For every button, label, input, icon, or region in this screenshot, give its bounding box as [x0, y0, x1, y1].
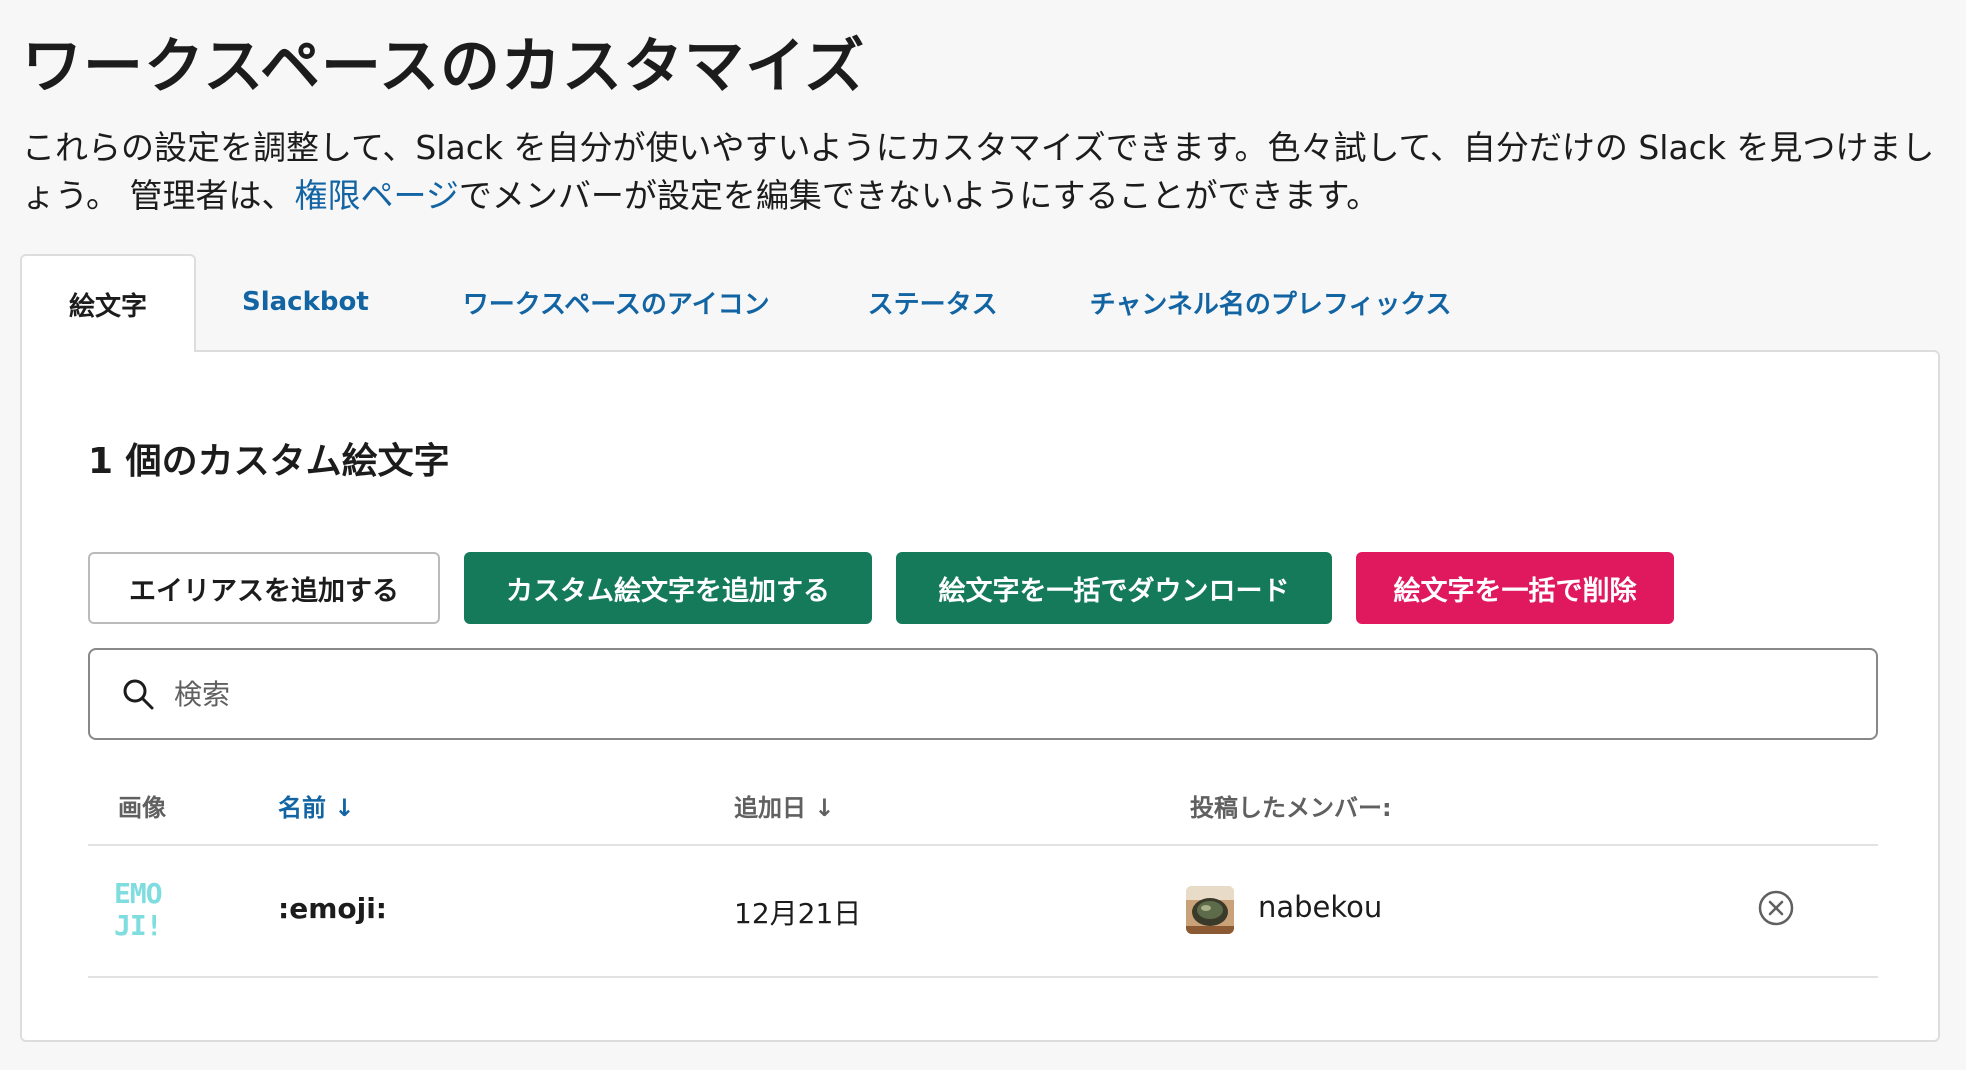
table-divider — [88, 844, 1878, 846]
permissions-page-link[interactable]: 権限ページ — [295, 176, 459, 215]
search-box[interactable] — [88, 648, 1878, 740]
remove-emoji-icon[interactable] — [1756, 888, 1796, 928]
column-header-member: 投稿したメンバー: — [1190, 794, 1392, 822]
search-input[interactable] — [174, 677, 1774, 711]
add-alias-button[interactable]: エイリアスを追加する — [88, 552, 440, 624]
emoji-image-line-2: JI! — [114, 909, 163, 942]
emoji-image: EMO JI! — [114, 878, 174, 944]
bulk-download-button[interactable]: 絵文字を一括でダウンロード — [896, 552, 1332, 624]
section-title: 1 個のカスタム絵文字 — [88, 441, 450, 482]
member-name: nabekou — [1258, 890, 1383, 924]
intro-text: これらの設定を調整して、Slack を自分が使いやすいようにカスタマイズできます… — [22, 124, 1942, 220]
tab-workspace-icon[interactable]: ワークスペースのアイコン — [463, 254, 770, 350]
avatar-image — [1186, 886, 1234, 934]
intro-text-after: でメンバーが設定を編集できないようにすることができます。 — [458, 176, 1380, 215]
tab-slackbot[interactable]: Slackbot — [242, 254, 369, 350]
page-title: ワークスペースのカスタマイズ — [22, 32, 866, 102]
emoji-date-added: 12月21日 — [734, 897, 862, 930]
add-custom-emoji-button[interactable]: カスタム絵文字を追加する — [464, 552, 872, 624]
page: ワークスペースのカスタマイズ これらの設定を調整して、Slack を自分が使いや… — [0, 0, 1966, 1070]
table-divider — [88, 976, 1878, 978]
bulk-delete-button[interactable]: 絵文字を一括で削除 — [1356, 552, 1674, 624]
search-icon — [123, 679, 154, 710]
tab-emoji[interactable]: 絵文字 — [20, 254, 196, 352]
emoji-panel: 1 個のカスタム絵文字 エイリアスを追加する カスタム絵文字を追加する 絵文字を… — [20, 350, 1940, 1042]
column-header-name[interactable]: 名前 ↓ — [278, 788, 354, 823]
tab-channel-prefix[interactable]: チャンネル名のプレフィックス — [1090, 254, 1452, 350]
avatar — [1186, 886, 1234, 934]
column-header-date[interactable]: 追加日 ↓ — [734, 788, 834, 823]
emoji-name: :emoji: — [278, 892, 387, 925]
column-header-image: 画像 — [118, 794, 166, 822]
tab-status[interactable]: ステータス — [868, 254, 998, 350]
tab-bar: 絵文字 Slackbot ワークスペースのアイコン ステータス チャンネル名のプ… — [20, 254, 1452, 352]
emoji-image-line-1: EMO — [114, 877, 163, 910]
